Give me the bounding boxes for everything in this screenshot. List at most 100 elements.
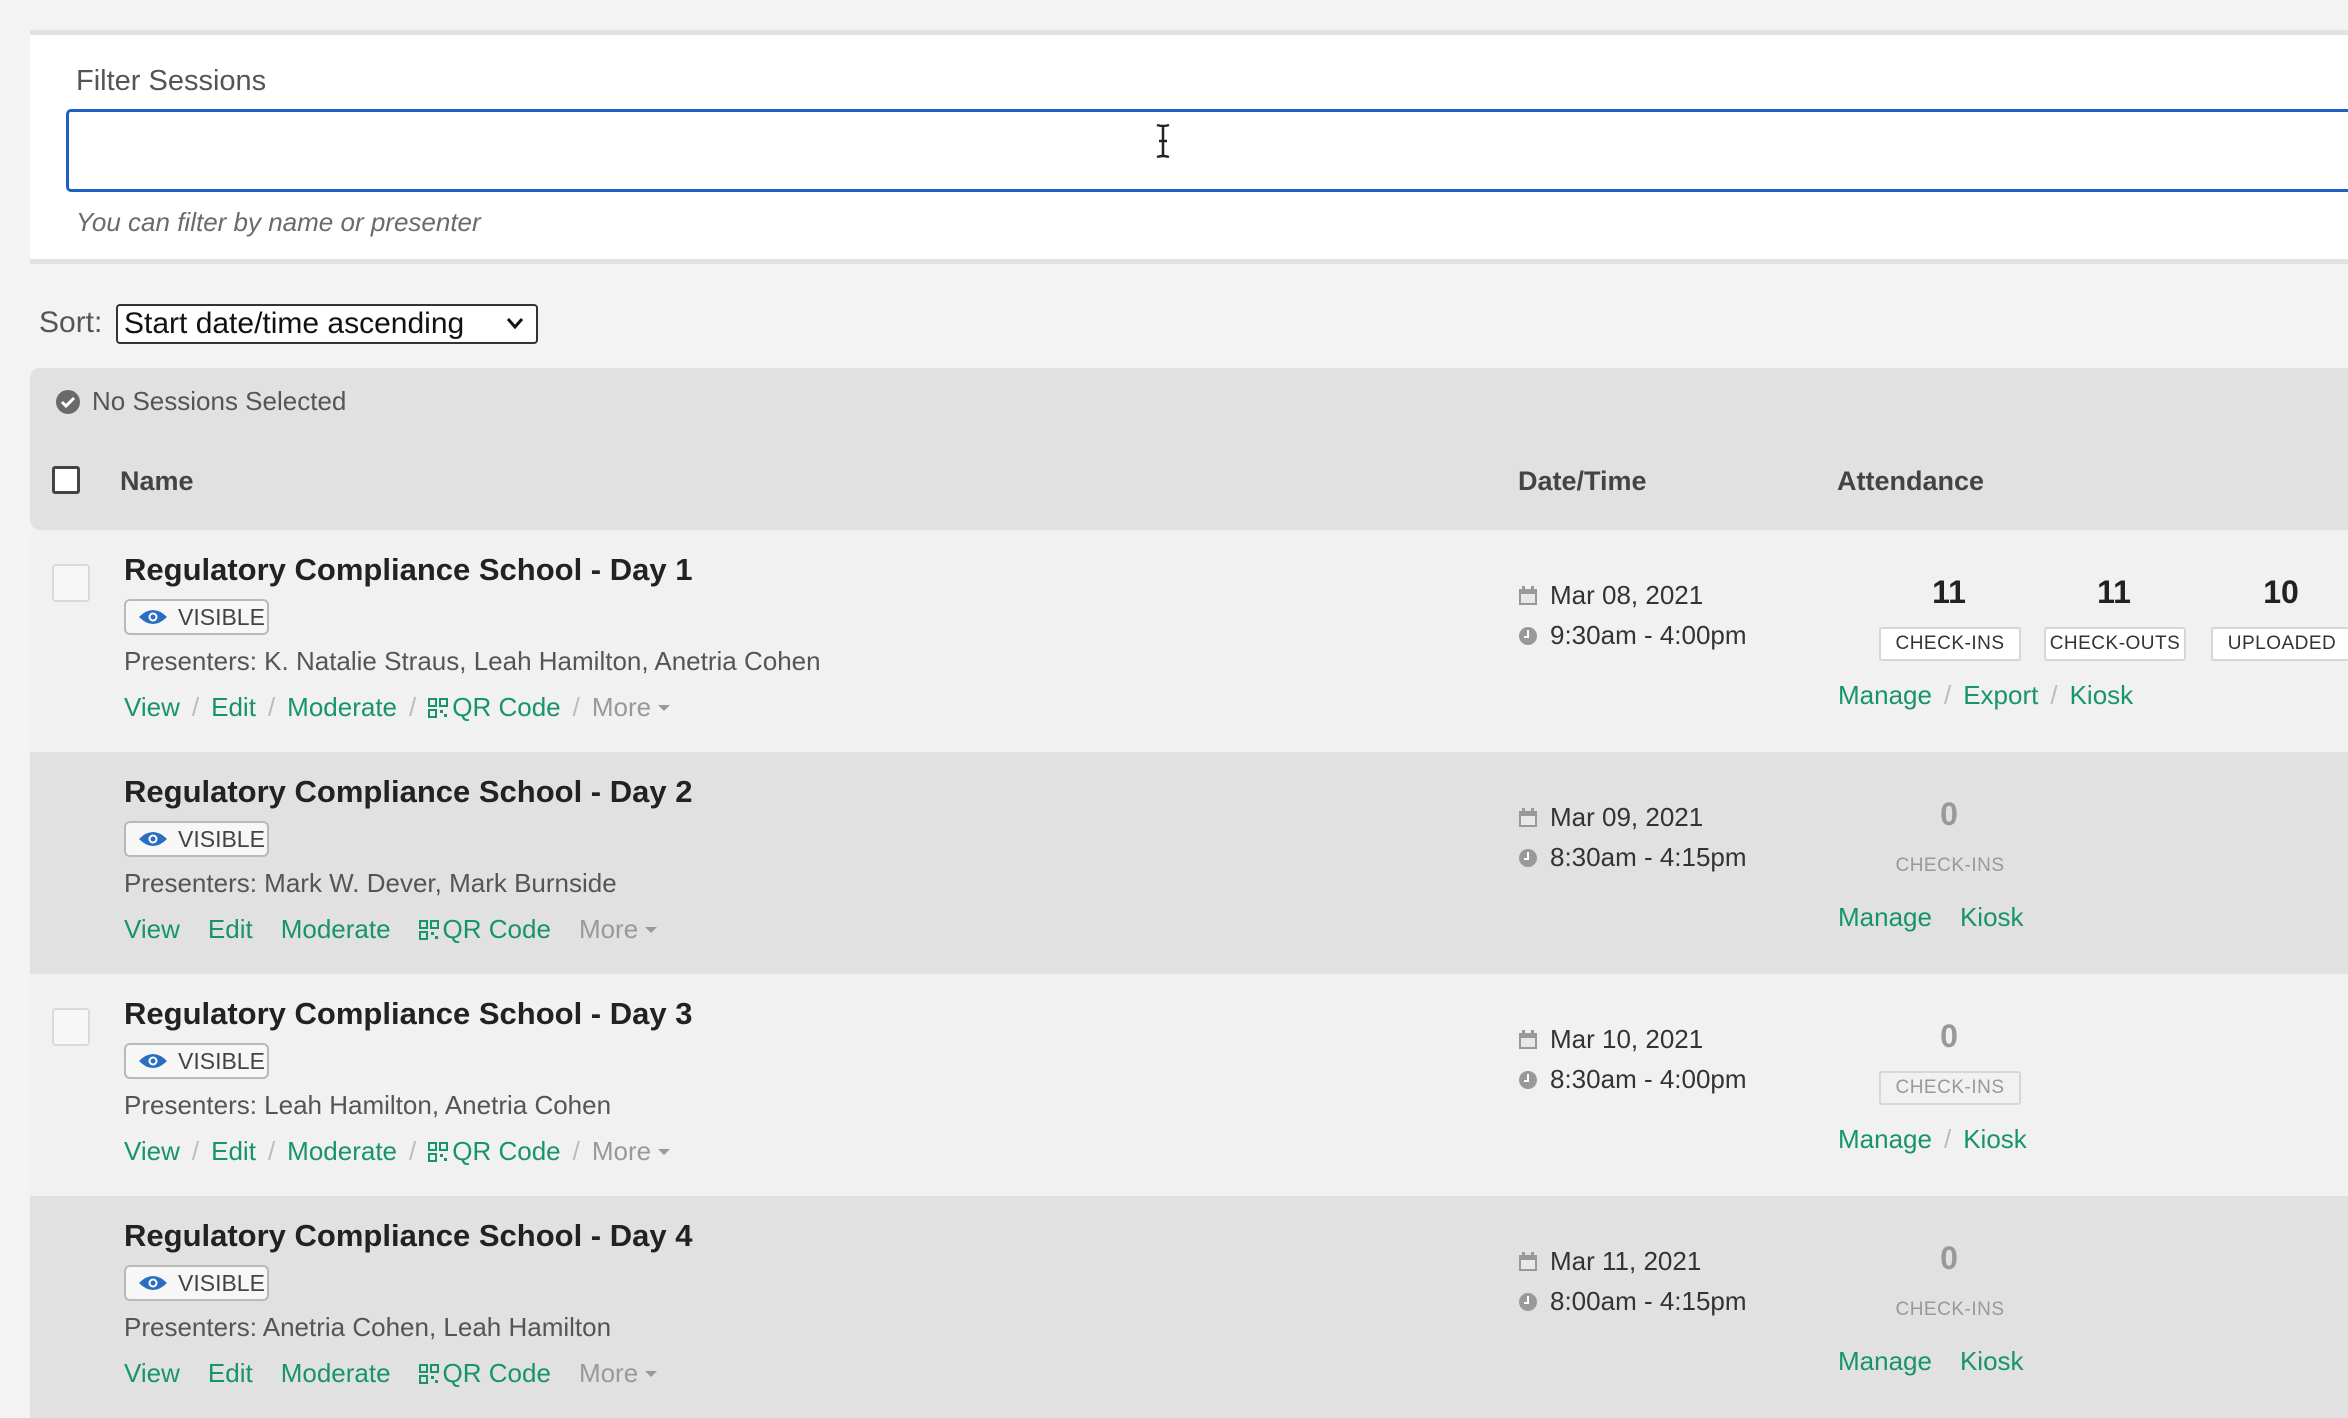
attendance-actions: Manage Kiosk	[1838, 1346, 2024, 1377]
attendance-actions: Manage / Export / Kiosk	[1838, 680, 2134, 711]
more-label: More	[591, 692, 652, 722]
presenters: Presenters: Mark W. Dever, Mark Burnside	[124, 868, 617, 898]
view-link[interactable]: View	[124, 1358, 180, 1389]
session-time: 8:00am - 4:15pm	[1518, 1286, 1747, 1317]
more-dropdown[interactable]: More	[592, 692, 671, 723]
eye-icon	[139, 610, 167, 624]
attendance-actions: Manage Kiosk	[1838, 902, 2024, 933]
qr-code-icon	[418, 919, 439, 940]
checkins-label: CHECK-INS	[1895, 855, 2005, 876]
filter-help-text: You can filter by name or presenter	[76, 207, 481, 237]
session-time: 8:30am - 4:15pm	[1518, 842, 1747, 873]
time-text: 9:30am - 4:00pm	[1550, 620, 1747, 650]
moderate-link[interactable]: Moderate	[281, 1358, 391, 1389]
column-header-attendance[interactable]: Attendance	[1837, 466, 1984, 497]
more-dropdown[interactable]: More	[592, 1136, 671, 1167]
checkouts-count: 11	[2097, 574, 2131, 610]
visible-badge: VISIBLE	[124, 599, 269, 635]
session-actions: View Edit Moderate QR Code More	[124, 1358, 658, 1389]
manage-link[interactable]: Manage	[1838, 1124, 1932, 1155]
view-link[interactable]: View	[124, 692, 180, 723]
checkins-count: 0	[1940, 796, 1958, 832]
checkins-count: 0	[1940, 1240, 1958, 1276]
column-header-name[interactable]: Name	[120, 466, 194, 497]
date-text: Mar 09, 2021	[1550, 802, 1704, 832]
edit-link[interactable]: Edit	[211, 692, 256, 723]
qr-code-link[interactable]: QR Code	[418, 914, 551, 945]
kiosk-link[interactable]: Kiosk	[1960, 902, 2024, 933]
more-label: More	[591, 1136, 652, 1166]
checkins-label: CHECK-INS	[1879, 627, 2021, 661]
session-actions: View Edit Moderate QR Code More	[124, 914, 658, 945]
sort-selected-value: Start date/time ascending	[124, 307, 465, 340]
kiosk-link[interactable]: Kiosk	[2070, 680, 2134, 711]
date-text: Mar 11, 2021	[1550, 1246, 1702, 1276]
kiosk-link[interactable]: Kiosk	[1963, 1124, 2027, 1155]
visible-label: VISIBLE	[178, 603, 265, 630]
session-date: Mar 10, 2021	[1518, 1024, 1703, 1055]
session-name[interactable]: Regulatory Compliance School - Day 4	[124, 1218, 692, 1254]
date-text: Mar 10, 2021	[1550, 1024, 1704, 1054]
session-time: 9:30am - 4:00pm	[1518, 620, 1747, 651]
session-date: Mar 09, 2021	[1518, 802, 1703, 833]
view-link[interactable]: View	[124, 914, 180, 945]
qr-code-link[interactable]: QR Code	[428, 692, 561, 723]
filter-panel: Filter Sessions You can filter by name o…	[30, 30, 2348, 264]
session-actions: View / Edit / Moderate / QR Code / More	[124, 692, 671, 723]
clock-icon	[1519, 1070, 1537, 1089]
edit-link[interactable]: Edit	[211, 1136, 256, 1167]
time-text: 8:30am - 4:15pm	[1550, 842, 1747, 872]
check-circle-icon	[56, 389, 80, 414]
moderate-link[interactable]: Moderate	[287, 692, 397, 723]
kiosk-link[interactable]: Kiosk	[1960, 1346, 2024, 1377]
presenters: Presenters: Leah Hamilton, Anetria Cohen	[124, 1090, 612, 1120]
selection-status: No Sessions Selected	[56, 386, 346, 417]
caret-down-icon	[645, 1370, 658, 1377]
session-name[interactable]: Regulatory Compliance School - Day 3	[124, 996, 692, 1032]
qr-code-link[interactable]: QR Code	[428, 1136, 561, 1167]
row-checkbox[interactable]	[52, 564, 90, 602]
more-label: More	[578, 914, 639, 944]
qr-code-link[interactable]: QR Code	[418, 1358, 551, 1389]
edit-link[interactable]: Edit	[208, 914, 253, 945]
manage-link[interactable]: Manage	[1838, 902, 1932, 933]
sort-select[interactable]: Start date/time ascending	[116, 304, 538, 344]
qr-code-label: QR Code	[452, 692, 561, 722]
caret-down-icon	[658, 704, 671, 711]
more-dropdown[interactable]: More	[579, 1358, 658, 1389]
checkins-label: CHECK-INS	[1895, 1299, 2005, 1320]
presenters: Presenters: Anetria Cohen, Leah Hamilton	[124, 1312, 612, 1342]
session-row: Regulatory Compliance School - Day 3 VIS…	[30, 974, 2348, 1196]
visible-label: VISIBLE	[178, 1269, 265, 1296]
session-date: Mar 08, 2021	[1518, 580, 1703, 611]
session-name[interactable]: Regulatory Compliance School - Day 1	[124, 552, 692, 588]
calendar-icon	[1519, 585, 1537, 605]
qr-code-icon	[428, 697, 449, 718]
export-link[interactable]: Export	[1963, 680, 2038, 711]
session-row: Regulatory Compliance School - Day 4 VIS…	[30, 1196, 2348, 1418]
more-dropdown[interactable]: More	[579, 914, 658, 945]
column-header-datetime[interactable]: Date/Time	[1518, 466, 1647, 497]
session-row: Regulatory Compliance School - Day 2 VIS…	[30, 752, 2348, 974]
qr-code-label: QR Code	[452, 1136, 561, 1166]
row-checkbox[interactable]	[52, 1008, 90, 1046]
session-name[interactable]: Regulatory Compliance School - Day 2	[124, 774, 692, 810]
eye-icon	[139, 832, 167, 846]
text-cursor-icon	[1156, 123, 1170, 159]
attendance-actions: Manage / Kiosk	[1838, 1124, 2027, 1155]
presenters: Presenters: K. Natalie Straus, Leah Hami…	[124, 646, 821, 676]
edit-link[interactable]: Edit	[208, 1358, 253, 1389]
sort-label: Sort:	[39, 306, 103, 339]
checkouts-label: CHECK-OUTS	[2044, 627, 2186, 661]
manage-link[interactable]: Manage	[1838, 680, 1932, 711]
filter-sessions-input[interactable]	[66, 109, 2348, 192]
moderate-link[interactable]: Moderate	[281, 914, 391, 945]
select-all-checkbox[interactable]	[52, 466, 80, 494]
view-link[interactable]: View	[124, 1136, 180, 1167]
moderate-link[interactable]: Moderate	[287, 1136, 397, 1167]
session-row: Regulatory Compliance School - Day 1 VIS…	[30, 530, 2348, 752]
caret-down-icon	[658, 1148, 671, 1155]
session-date: Mar 11, 2021	[1518, 1246, 1701, 1277]
uploaded-count: 10	[2263, 574, 2299, 610]
manage-link[interactable]: Manage	[1838, 1346, 1932, 1377]
